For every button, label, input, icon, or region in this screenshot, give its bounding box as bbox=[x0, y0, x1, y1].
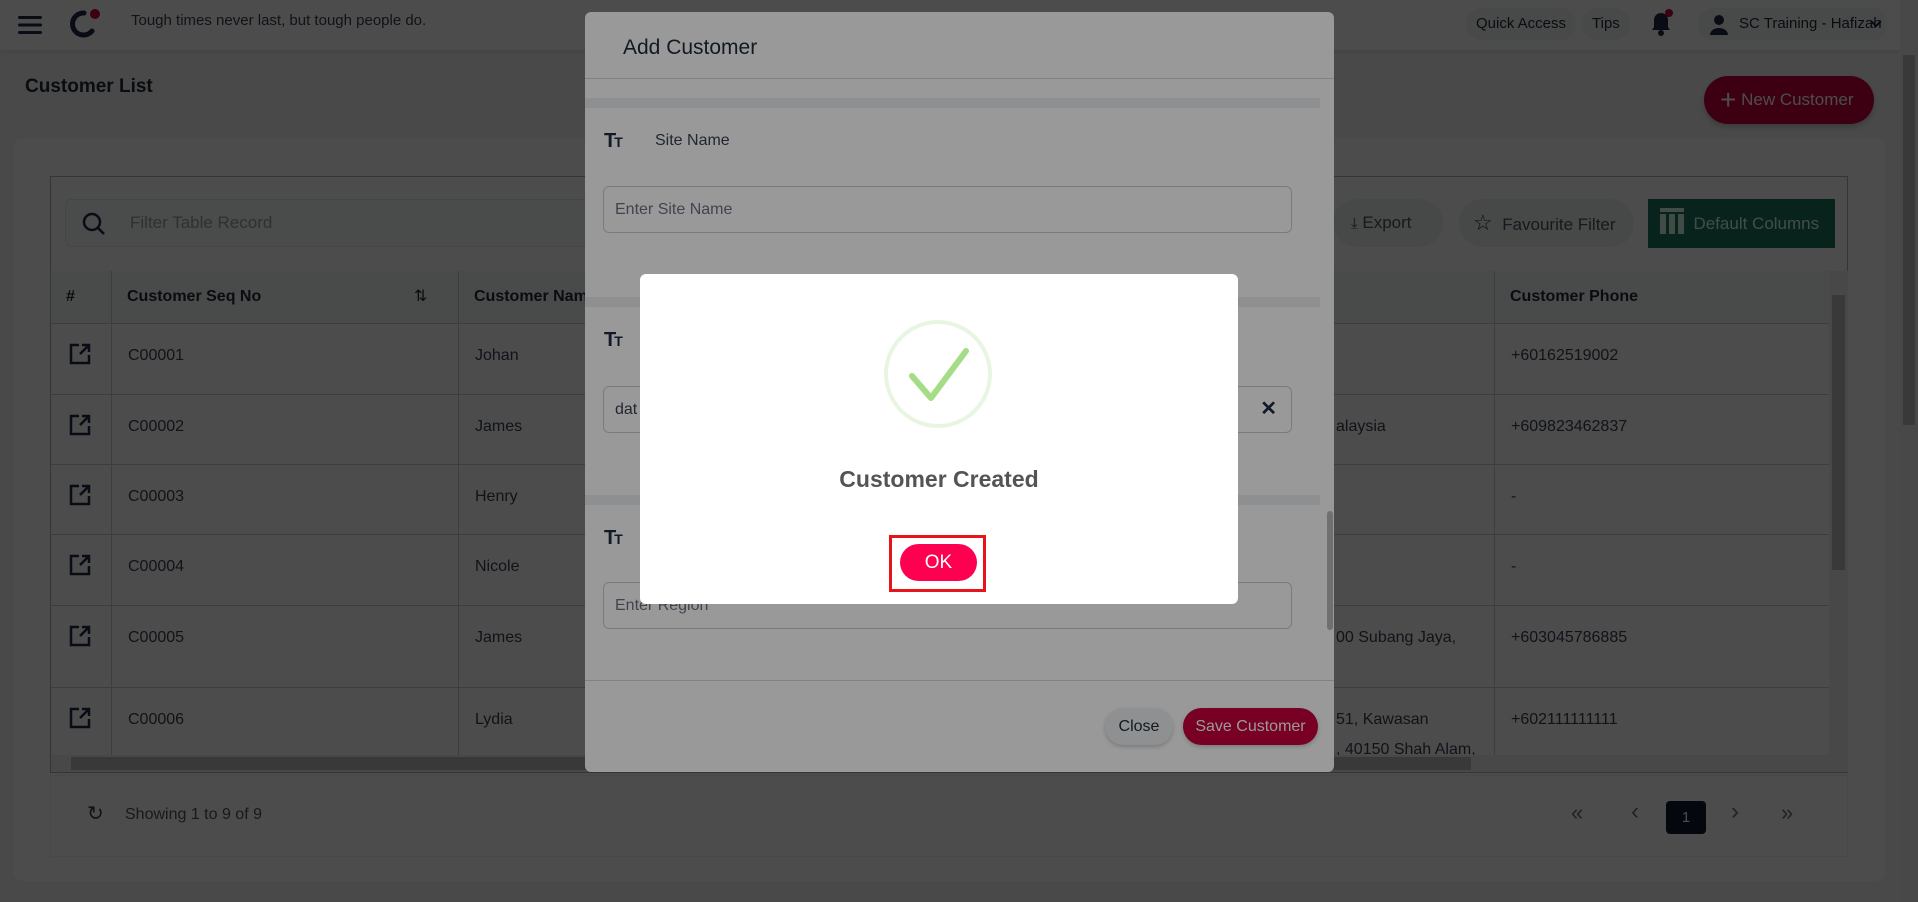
success-check-icon bbox=[884, 320, 992, 428]
ok-button[interactable]: OK bbox=[900, 544, 977, 581]
success-alert: Customer Created OK bbox=[640, 274, 1238, 604]
alert-message: Customer Created bbox=[839, 466, 1039, 492]
